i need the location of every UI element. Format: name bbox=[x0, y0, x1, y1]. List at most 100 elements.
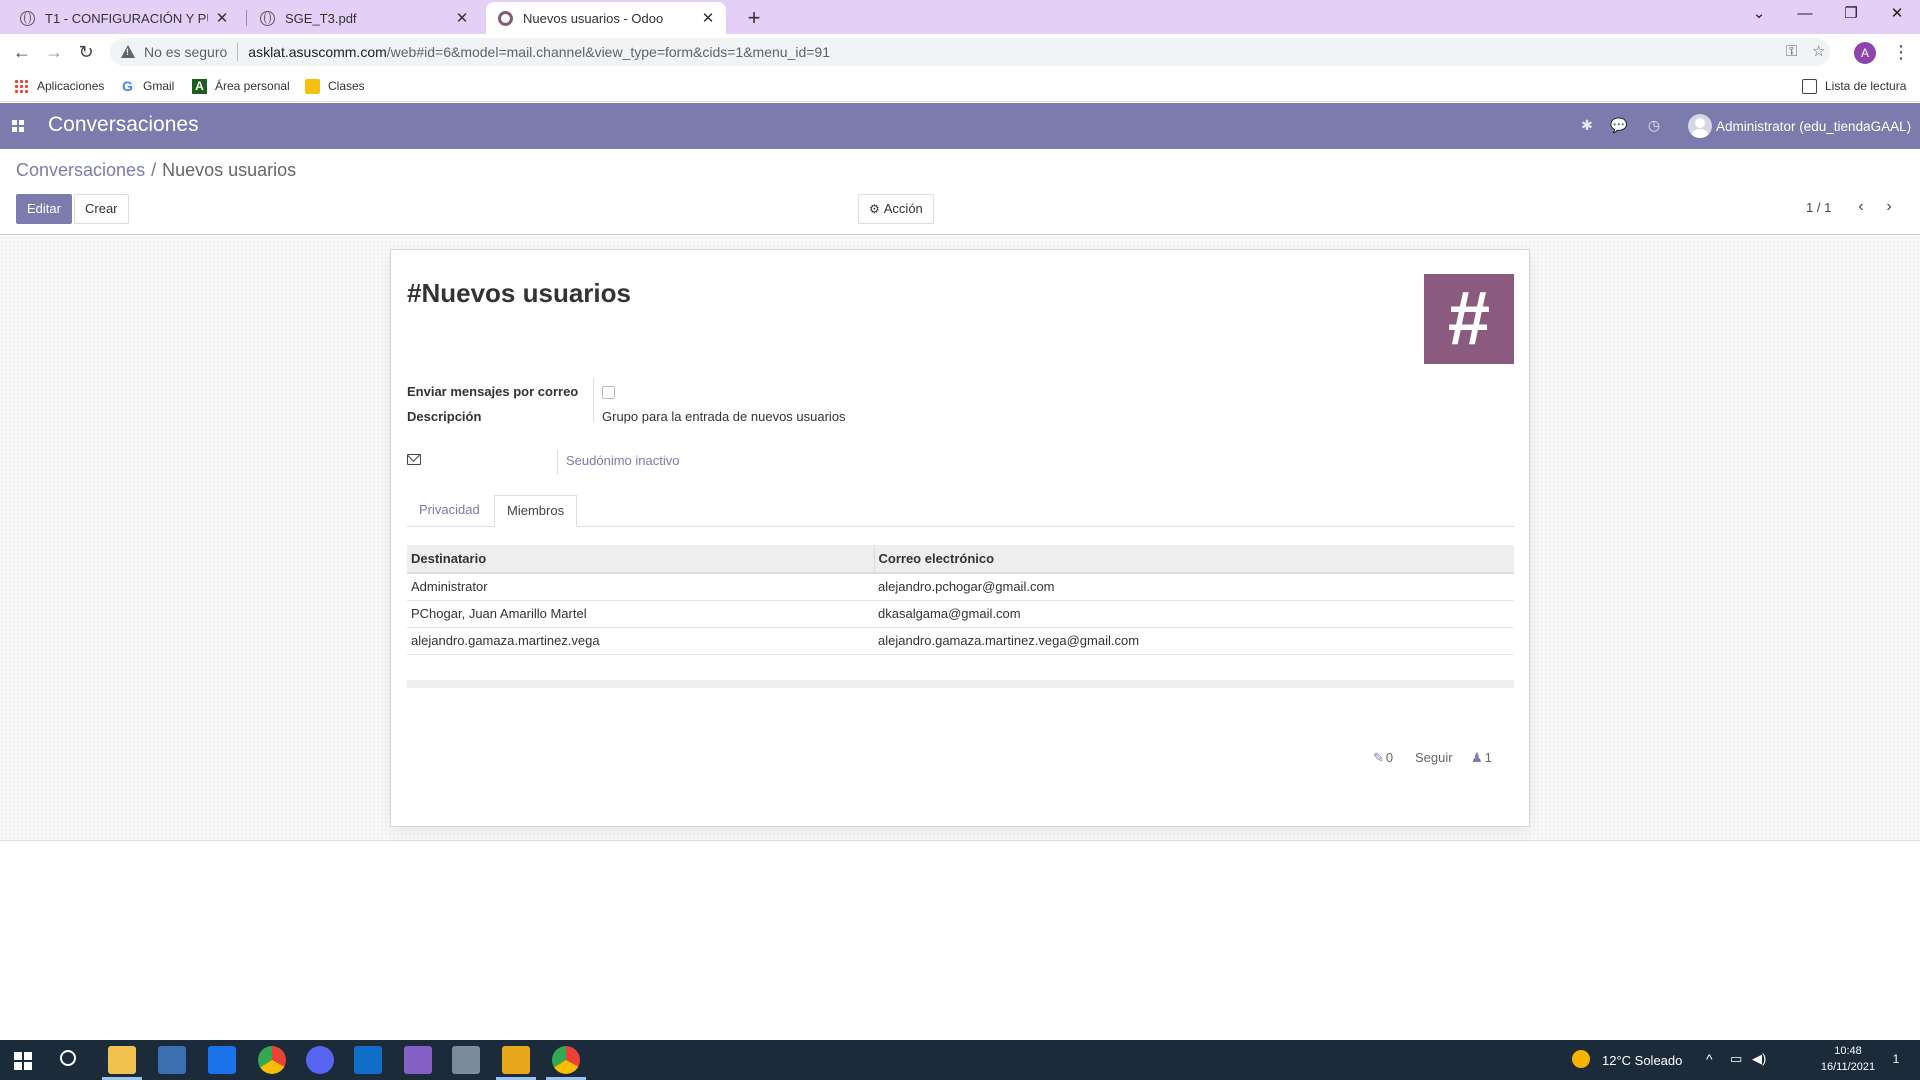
table-row[interactable]: alejandro.gamaza.martinez.vega alejandro… bbox=[407, 627, 1514, 655]
close-tab-icon[interactable]: ✕ bbox=[214, 9, 230, 27]
key-icon[interactable]: ⚿ bbox=[1786, 38, 1797, 66]
apps-menu-icon[interactable] bbox=[12, 120, 24, 132]
reading-list-label: Lista de lectura bbox=[1825, 79, 1907, 93]
member-name: PChogar, Juan Amarillo Martel bbox=[407, 600, 874, 628]
close-window-button[interactable]: ✕ bbox=[1874, 0, 1920, 30]
channel-image[interactable]: # bbox=[1424, 274, 1514, 364]
discord-icon[interactable] bbox=[306, 1046, 334, 1074]
breadcrumb: Conversaciones / Nuevos usuarios bbox=[16, 160, 296, 181]
create-button[interactable]: Crear bbox=[74, 194, 129, 224]
chrome-profile-icon[interactable] bbox=[552, 1046, 580, 1074]
url-host: asklat.asuscomm.com bbox=[248, 44, 387, 60]
forward-button[interactable]: → bbox=[40, 38, 68, 66]
field-divider bbox=[557, 450, 558, 474]
windows-start-icon[interactable] bbox=[14, 1052, 32, 1070]
back-button[interactable]: ← bbox=[8, 38, 36, 66]
table-row[interactable]: Administrator alejandro.pchogar@gmail.co… bbox=[407, 573, 1514, 601]
file-explorer-icon[interactable] bbox=[108, 1046, 136, 1074]
visual-studio-icon[interactable] bbox=[404, 1046, 432, 1074]
browser-tab-active[interactable]: Nuevos usuarios - Odoo ✕ bbox=[486, 2, 726, 34]
chevron-up-icon[interactable]: ^ bbox=[1706, 1051, 1713, 1067]
bookmark-star-icon[interactable]: ☆ bbox=[1812, 38, 1825, 66]
pager-previous-button[interactable]: ‹ bbox=[1850, 196, 1872, 218]
network-icon[interactable]: ▭ bbox=[1730, 1051, 1742, 1067]
pager-value[interactable]: 1 / 1 bbox=[1806, 200, 1831, 215]
chrome-icon[interactable] bbox=[258, 1046, 286, 1074]
notebook-tabs: Privacidad Miembros bbox=[407, 495, 1514, 527]
bookmark-gmail[interactable]: G Gmail bbox=[120, 76, 174, 96]
description-value: Grupo para la entrada de nuevos usuarios bbox=[602, 409, 846, 424]
restore-button[interactable]: ❐ bbox=[1828, 0, 1874, 30]
tab-title: SGE_T3.pdf bbox=[285, 10, 357, 26]
attachments-button[interactable]: ✎ 0 bbox=[1373, 750, 1393, 766]
follow-button[interactable]: Seguir bbox=[1415, 750, 1453, 765]
app-name[interactable]: Conversaciones bbox=[48, 113, 199, 137]
browser-tabstrip: T1 - CONFIGURACIÓN Y PUESTA ✕ SGE_T3.pdf… bbox=[0, 0, 1920, 34]
form-sheet: #Nuevos usuarios # Enviar mensajes por c… bbox=[390, 249, 1530, 827]
breadcrumb-current: Nuevos usuarios bbox=[162, 160, 297, 180]
followers-button[interactable]: ♟ 1 bbox=[1471, 750, 1492, 766]
menu-icon[interactable]: ⋮ bbox=[1892, 40, 1910, 64]
url-text[interactable]: asklat.asuscomm.com/web#id=6&model=mail.… bbox=[248, 44, 830, 60]
close-tab-icon[interactable]: ✕ bbox=[454, 9, 470, 27]
bookmark-clases[interactable]: Clases bbox=[305, 76, 365, 96]
browser-tab[interactable]: T1 - CONFIGURACIÓN Y PUESTA ✕ bbox=[8, 2, 240, 34]
column-header-destinatario[interactable]: Destinatario bbox=[407, 545, 874, 574]
globe-icon bbox=[260, 10, 275, 26]
virtualbox-icon[interactable] bbox=[452, 1046, 480, 1074]
clock-date[interactable]: 16/11/2021 bbox=[1816, 1061, 1880, 1073]
control-panel: Conversaciones / Nuevos usuarios Editar Cr… bbox=[0, 149, 1920, 235]
bug-icon[interactable]: ✱ bbox=[1578, 116, 1596, 134]
vscode-icon[interactable] bbox=[354, 1046, 382, 1074]
tab-title: Nuevos usuarios - Odoo bbox=[523, 10, 664, 26]
mail-icon[interactable] bbox=[208, 1046, 236, 1074]
weather-text[interactable]: 12°C Soleado bbox=[1602, 1053, 1682, 1068]
url-path: /web#id=6&model=mail.channel&view_type=f… bbox=[386, 44, 830, 60]
security-label[interactable]: No es seguro bbox=[144, 44, 227, 60]
bookmark-area-personal[interactable]: A Área personal bbox=[192, 76, 290, 96]
tab-title: T1 - CONFIGURACIÓN Y PUESTA bbox=[45, 10, 208, 26]
pager-next-button[interactable]: › bbox=[1878, 196, 1900, 218]
edit-button[interactable]: Editar bbox=[16, 194, 72, 224]
speaker-icon[interactable]: ◀) bbox=[1752, 1051, 1766, 1067]
attachments-count: 0 bbox=[1385, 750, 1394, 765]
record-title: #Nuevos usuarios bbox=[407, 278, 631, 308]
search-icon[interactable] bbox=[60, 1050, 76, 1066]
clock-icon[interactable]: ◷ bbox=[1645, 116, 1663, 134]
app-icon[interactable] bbox=[502, 1046, 530, 1074]
clock-time[interactable]: 10:48 bbox=[1816, 1045, 1880, 1057]
chat-icon[interactable]: 💬 bbox=[1610, 116, 1628, 134]
divider bbox=[237, 43, 239, 61]
bookmarks-bar: Aplicaciones G Gmail A Área personal Cla… bbox=[0, 70, 1920, 102]
reading-list-button[interactable]: Lista de lectura bbox=[1802, 76, 1906, 96]
tab-privacidad[interactable]: Privacidad bbox=[407, 495, 492, 527]
followers-count: 1 bbox=[1484, 750, 1492, 765]
address-bar[interactable]: No es seguro asklat.asuscomm.com/web#id=… bbox=[110, 38, 1830, 66]
sun-icon[interactable] bbox=[1572, 1050, 1590, 1068]
email-send-checkbox[interactable] bbox=[602, 386, 615, 399]
bookmark-label: Clases bbox=[328, 79, 365, 93]
column-header-correo[interactable]: Correo electrónico bbox=[873, 545, 1514, 574]
warning-icon[interactable] bbox=[120, 44, 136, 60]
breadcrumb-parent[interactable]: Conversaciones bbox=[16, 160, 145, 180]
action-button[interactable]: ⚙ Acción bbox=[858, 194, 934, 224]
member-email: alejandro.gamaza.martinez.vega@gmail.com bbox=[874, 627, 1514, 655]
browser-toolbar: ← → ↻ No es seguro asklat.asuscomm.com/w… bbox=[0, 34, 1920, 70]
browser-tab[interactable]: SGE_T3.pdf ✕ bbox=[248, 2, 480, 34]
notification-badge[interactable]: 1 bbox=[1884, 1052, 1908, 1066]
action-label: Acción bbox=[883, 201, 923, 216]
user-menu[interactable]: Administrator (edu_tiendaGAAL) bbox=[1688, 114, 1911, 138]
new-tab-button[interactable]: + bbox=[740, 4, 768, 32]
close-tab-icon[interactable]: ✕ bbox=[700, 9, 716, 27]
member-name: Administrator bbox=[407, 573, 874, 601]
minimize-button[interactable]: — bbox=[1782, 0, 1828, 30]
reload-button[interactable]: ↻ bbox=[72, 38, 100, 66]
alias-value: Seudónimo inactivo bbox=[566, 453, 680, 468]
profile-avatar[interactable]: A bbox=[1854, 42, 1876, 64]
table-row[interactable]: PChogar, Juan Amarillo Martel dkasalgama… bbox=[407, 600, 1514, 628]
tab-search-icon[interactable]: ⌄ bbox=[1736, 0, 1782, 30]
store-icon[interactable] bbox=[158, 1046, 186, 1074]
odoo-favicon-icon bbox=[498, 10, 513, 26]
bookmark-apps[interactable]: Aplicaciones bbox=[14, 76, 104, 96]
tab-miembros[interactable]: Miembros bbox=[494, 495, 578, 527]
